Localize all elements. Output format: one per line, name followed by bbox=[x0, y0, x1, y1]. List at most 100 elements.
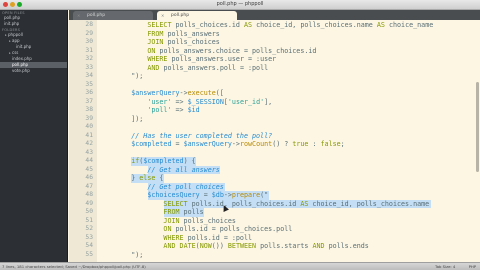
line-number: 31 bbox=[85, 46, 93, 54]
tab-size-selector[interactable]: Tab Size: 4 bbox=[435, 264, 455, 269]
title-bar: poll.php — phppoll bbox=[0, 0, 480, 10]
code-text: 'user' => $_SESSION['user_id'], bbox=[147, 97, 273, 106]
code-line[interactable]: 44 if($completed) { bbox=[69, 157, 480, 166]
code-line[interactable]: 50 FROM polls bbox=[69, 208, 480, 217]
code-line[interactable]: 43 bbox=[69, 149, 480, 158]
line-number: 34 bbox=[85, 72, 93, 79]
code-text: $answerQuery->execute([ bbox=[131, 89, 224, 97]
line-number: 41 bbox=[85, 131, 93, 139]
code-text: ON polls_answers.choice = polls_choices.… bbox=[147, 46, 317, 55]
code-text: WHERE polls.id = :poll bbox=[163, 233, 253, 242]
sidebar: OPEN FILES poll.php init.php FOLDERS php… bbox=[0, 10, 68, 262]
line-number: 55 bbox=[85, 250, 93, 258]
code-line[interactable]: 40 bbox=[69, 123, 480, 132]
tab-bar: ✕ poll.php ✕ poll.php bbox=[69, 10, 480, 20]
code-line[interactable]: 37 'user' => $_SESSION['user_id'], bbox=[69, 98, 480, 107]
code-text: if($completed) { bbox=[131, 157, 196, 165]
file-vote[interactable]: vote.php bbox=[0, 68, 67, 74]
code-text: FROM polls_answers bbox=[147, 29, 220, 38]
line-number: 35 bbox=[85, 80, 93, 88]
code-line[interactable]: 33 AND polls_answers.poll = :poll bbox=[69, 64, 480, 73]
scrollbar[interactable] bbox=[476, 42, 479, 262]
line-number: 51 bbox=[85, 216, 93, 224]
code-text: FROM polls bbox=[163, 208, 204, 216]
tab-close-icon[interactable]: ✕ bbox=[161, 11, 164, 20]
code-line[interactable]: 28 SELECT polls_choices.id AS choice_id,… bbox=[69, 21, 480, 30]
code-line[interactable]: 39 ]); bbox=[69, 115, 480, 124]
line-number: 36 bbox=[85, 89, 93, 96]
code-text: // Has the user completed the poll? bbox=[99, 131, 273, 140]
code-line[interactable]: 36 $answerQuery->execute([ bbox=[69, 89, 480, 98]
code-text: ON polls.id = polls_choices.poll bbox=[163, 225, 293, 233]
code-text: $choicesQuery = $db->prepare(" bbox=[147, 191, 269, 199]
code-text: JOIN polls_choices bbox=[163, 216, 236, 225]
code-text: ]); bbox=[99, 114, 144, 123]
code-text: JOIN polls_choices bbox=[147, 38, 220, 46]
line-number: 45 bbox=[85, 165, 93, 173]
line-number: 32 bbox=[85, 55, 93, 62]
line-number: 38 bbox=[85, 106, 93, 113]
line-number: 33 bbox=[85, 63, 93, 71]
code-line[interactable]: 41 // Has the user completed the poll? bbox=[69, 132, 480, 141]
line-number: 54 bbox=[85, 242, 93, 249]
code-editor[interactable]: 28 SELECT polls_choices.id AS choice_id,… bbox=[69, 20, 480, 262]
line-number: 46 bbox=[85, 174, 93, 181]
open-file-init[interactable]: init.php bbox=[0, 21, 67, 27]
code-text: "); bbox=[99, 72, 144, 80]
code-line[interactable]: 54 AND DATE(NOW()) BETWEEN polls.starts … bbox=[69, 242, 480, 251]
code-text: AND DATE(NOW()) BETWEEN polls.starts AND… bbox=[163, 242, 369, 250]
code-line[interactable]: 53 WHERE polls.id = :poll bbox=[69, 234, 480, 243]
code-text: } else { bbox=[99, 174, 164, 182]
code-line[interactable]: 30 JOIN polls_choices bbox=[69, 38, 480, 47]
tab-poll-1[interactable]: ✕ poll.php bbox=[73, 11, 153, 20]
status-bar: 7 lines, 181 characters selected; Saved … bbox=[0, 262, 480, 270]
code-line[interactable]: 51 JOIN polls_choices bbox=[69, 217, 480, 226]
code-text: $completed = $answerQuery->rowCount() ? … bbox=[131, 140, 345, 148]
code-line[interactable]: 42 $completed = $answerQuery->rowCount()… bbox=[69, 140, 480, 149]
code-line[interactable]: 38 'poll' => $id bbox=[69, 106, 480, 115]
line-number: 52 bbox=[85, 225, 93, 232]
code-line[interactable]: 29 FROM polls_answers bbox=[69, 30, 480, 39]
line-number: 28 bbox=[85, 21, 93, 28]
code-line[interactable]: 45 // Get all answers bbox=[69, 165, 480, 174]
line-number: 49 bbox=[85, 199, 93, 207]
tab-close-icon[interactable]: ✕ bbox=[77, 11, 80, 20]
code-text: WHERE polls_answers.user = :user bbox=[147, 55, 277, 63]
tab-label: poll.php bbox=[171, 13, 190, 18]
code-text: // Get poll choices bbox=[99, 182, 224, 191]
code-line[interactable]: 34 "); bbox=[69, 72, 480, 81]
line-number: 53 bbox=[85, 233, 93, 241]
code-line[interactable]: 47 // Get poll choices bbox=[69, 182, 480, 191]
line-number: 50 bbox=[85, 208, 93, 215]
line-number: 42 bbox=[85, 140, 93, 147]
line-number: 43 bbox=[85, 148, 93, 156]
line-number: 48 bbox=[85, 191, 93, 198]
status-right: Tab Size: 4 PHP bbox=[423, 264, 476, 269]
code-text: SELECT polls_choices.id AS choice_id, po… bbox=[147, 21, 434, 29]
line-number: 29 bbox=[85, 29, 93, 37]
code-line[interactable]: 46 } else { bbox=[69, 174, 480, 183]
code-line[interactable]: 49 SELECT polls.id, polls_choices.id AS … bbox=[69, 199, 480, 208]
code-text: AND polls_answers.poll = :poll bbox=[147, 63, 269, 72]
code-line[interactable]: 48 $choicesQuery = $db->prepare(" bbox=[69, 191, 480, 200]
code-text: "); bbox=[99, 250, 144, 259]
code-text: 'poll' => $id bbox=[147, 106, 200, 114]
line-number: 37 bbox=[85, 97, 93, 105]
line-number: 44 bbox=[85, 157, 93, 164]
code-text: SELECT polls.id, polls_choices.id AS cho… bbox=[163, 199, 430, 208]
scrollbar-thumb[interactable] bbox=[476, 82, 479, 172]
tab-label: poll.php bbox=[87, 13, 106, 18]
line-number: 30 bbox=[85, 38, 93, 45]
tab-poll-2[interactable]: ✕ poll.php bbox=[157, 11, 237, 20]
syntax-selector[interactable]: PHP bbox=[469, 264, 476, 269]
line-number: 40 bbox=[85, 123, 93, 130]
code-line[interactable]: 32 WHERE polls_answers.user = :user bbox=[69, 55, 480, 64]
code-line[interactable]: 31 ON polls_answers.choice = polls_choic… bbox=[69, 47, 480, 56]
window-title: poll.php — phppoll bbox=[216, 1, 264, 7]
line-number: 39 bbox=[85, 114, 93, 122]
line-number: 47 bbox=[85, 182, 93, 190]
code-text: // Get all answers bbox=[99, 165, 220, 174]
code-line[interactable]: 35 bbox=[69, 81, 480, 90]
code-line[interactable]: 52 ON polls.id = polls_choices.poll bbox=[69, 225, 480, 234]
code-line[interactable]: 55 "); bbox=[69, 251, 480, 260]
